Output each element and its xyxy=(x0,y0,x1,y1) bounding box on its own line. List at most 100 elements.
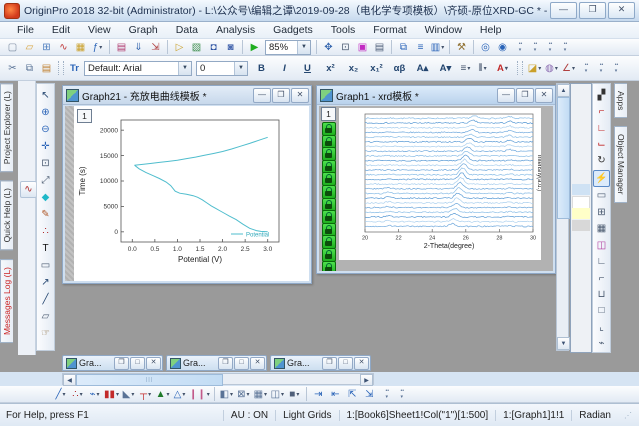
graph21-close-button[interactable]: ✕ xyxy=(291,88,309,103)
merge-graphs-icon[interactable]: ≡ xyxy=(413,40,428,55)
graph21-layer-badge[interactable]: 1 xyxy=(77,109,92,123)
graph1-minimize-button[interactable]: — xyxy=(497,88,515,103)
arrow-tool-icon[interactable]: ↗ xyxy=(38,275,53,290)
toolbar-overflow-button[interactable]: ••▾ xyxy=(530,40,541,55)
save-template-icon[interactable]: ◙ xyxy=(223,40,238,55)
dropdown-arrow-icon[interactable]: ▾ xyxy=(230,391,233,398)
underline-icon[interactable]: U xyxy=(297,61,318,76)
graph21-window[interactable]: Graph21 - 充放电曲线模板 * — ❐ ✕ 1 0.00.51.01.5… xyxy=(62,85,312,284)
graph1-layer-badge[interactable]: 1 xyxy=(321,107,336,121)
greek-icon[interactable]: αβ xyxy=(389,61,410,76)
region-zoom-icon[interactable]: ⊡ xyxy=(38,156,53,171)
new-layout-icon[interactable]: ▤ xyxy=(114,40,129,55)
new-axis-left-icon[interactable]: ∟ xyxy=(594,121,609,135)
minimize-button[interactable]: — xyxy=(550,2,577,19)
zoom-out-icon[interactable]: ⊖ xyxy=(38,122,53,137)
data-lock-icon[interactable] xyxy=(322,185,336,199)
new-matrix-icon[interactable]: ▦ xyxy=(73,40,88,55)
graph21-titlebar[interactable]: Graph21 - 充放电曲线模板 * — ❐ ✕ xyxy=(63,86,311,105)
menu-file[interactable]: File xyxy=(8,23,43,37)
import-wizard-icon[interactable]: ⇓ xyxy=(131,40,146,55)
rectangle-tool-icon[interactable]: ▭ xyxy=(38,258,53,273)
graph21-minimize-button[interactable]: — xyxy=(253,88,271,103)
graph1-restore-button[interactable]: ❐ xyxy=(516,88,534,103)
dropdown-arrow-icon[interactable]: ▾ xyxy=(538,65,541,72)
plot-3d-scatter-icon[interactable]: ◧▾ xyxy=(219,387,234,402)
plot-line-symbol-icon[interactable]: ⌁▾ xyxy=(87,387,102,402)
new-xy-scaler-icon[interactable]: ⌐ xyxy=(594,104,609,118)
scroll-down-button[interactable]: ▼ xyxy=(557,337,570,350)
cut-icon[interactable]: ✂ xyxy=(5,61,20,76)
zoom-in-tool-icon[interactable]: ◎ xyxy=(478,40,493,55)
combo-dropdown-arrow[interactable]: ▼ xyxy=(297,41,310,54)
bold-icon[interactable]: B xyxy=(251,61,272,76)
axes-bottom-left-icon[interactable]: ∟ xyxy=(594,254,609,268)
scroll-left-button[interactable]: ◀ xyxy=(63,374,76,386)
toolbar-overflow-button[interactable]: ••▾ xyxy=(397,387,408,402)
menu-edit[interactable]: Edit xyxy=(43,23,79,37)
italic-icon[interactable]: I xyxy=(274,61,295,76)
data-reader-icon[interactable]: ∴ xyxy=(38,224,53,239)
combo-dropdown-arrow[interactable]: ▼ xyxy=(234,62,247,75)
align-icon[interactable]: ≡▾ xyxy=(458,61,473,76)
minimized-graph-window[interactable]: Gra...❐□✕ xyxy=(166,355,267,371)
maximize-button[interactable]: □ xyxy=(234,357,249,370)
plot-line-icon[interactable]: ╱▾ xyxy=(53,387,68,402)
workspace-vertical-scrollbar[interactable]: ▲ ▼ xyxy=(556,83,569,351)
toolbar-overflow-button[interactable]: ••▾ xyxy=(515,40,526,55)
graph21-canvas[interactable]: 1 0.00.51.01.52.02.53.005000100001500020… xyxy=(65,106,309,281)
zoom-pan-tool-icon[interactable]: ◉ xyxy=(495,40,510,55)
dropdown-arrow-icon[interactable]: ▾ xyxy=(99,44,102,51)
plot-drop-line-icon[interactable]: ┬▾ xyxy=(138,387,153,402)
maximize-button[interactable]: □ xyxy=(130,357,145,370)
dropdown-arrow-icon[interactable]: ▾ xyxy=(281,391,284,398)
maximize-button[interactable]: □ xyxy=(338,357,353,370)
workspace-horizontal-scrollbar[interactable]: ◀ ||| ▶ xyxy=(62,373,374,385)
graph1-titlebar[interactable]: Graph1 - xrd模板 * — ❐ ✕ xyxy=(317,86,555,105)
graph21-restore-button[interactable]: ❐ xyxy=(272,88,290,103)
layer-single-icon[interactable]: ▭ xyxy=(594,189,609,203)
menu-view[interactable]: View xyxy=(79,23,120,37)
plot-column-icon[interactable]: ▮▮▾ xyxy=(104,387,119,402)
polygon-tool-icon[interactable]: ▱ xyxy=(38,309,53,324)
font-color-icon[interactable]: A▾ xyxy=(492,61,513,76)
draw-data-icon[interactable]: ✎ xyxy=(38,207,53,222)
hand-tool-icon[interactable]: ☞ xyxy=(38,326,53,341)
restore-button[interactable]: ❐ xyxy=(322,357,337,370)
graph1-window[interactable]: Graph1 - xrd模板 * — ❐ ✕ 1 2022242628302-T… xyxy=(316,85,556,274)
menu-analysis[interactable]: Analysis xyxy=(207,23,264,37)
merge-layers-icon[interactable]: ◫ xyxy=(594,238,609,252)
pipeline-2-icon[interactable]: ⇤ xyxy=(328,387,343,402)
save-project-icon[interactable]: ◘ xyxy=(206,40,221,55)
dropdown-arrow-icon[interactable]: ▾ xyxy=(97,391,100,398)
close-button[interactable]: ✕ xyxy=(608,2,635,19)
close-button[interactable]: ✕ xyxy=(250,357,265,370)
pattern-color-icon[interactable]: ◍▾ xyxy=(544,61,559,76)
layer-grid4-icon[interactable]: ⊞ xyxy=(594,205,609,219)
zoom-in-icon[interactable]: ⊕ xyxy=(38,105,53,120)
dock-tab-messages-log-l[interactable]: Messages Log (L) xyxy=(0,259,13,343)
plot-3d-surface-icon[interactable]: ▦▾ xyxy=(253,387,268,402)
restore-button[interactable]: ❐ xyxy=(218,357,233,370)
dropdown-arrow-icon[interactable]: ▾ xyxy=(247,391,250,398)
dropdown-arrow-icon[interactable]: ▾ xyxy=(182,391,185,398)
data-lock-icon[interactable] xyxy=(322,248,336,262)
restore-button[interactable]: ❐ xyxy=(579,2,606,19)
axes-top-left-icon[interactable]: ⌐ xyxy=(594,271,609,285)
close-button[interactable]: ✕ xyxy=(146,357,161,370)
film-strip-icon[interactable]: ▤ xyxy=(372,40,387,55)
graph1-canvas[interactable]: 1 2022242628302-Theta(degree)Intensity(a… xyxy=(319,106,553,271)
new-axis-right-icon[interactable]: ⌙ xyxy=(594,137,609,151)
new-graph-icon[interactable]: ∿ xyxy=(56,40,71,55)
dropdown-arrow-icon[interactable]: ▾ xyxy=(572,65,575,72)
super-subscript-icon[interactable]: x₁² xyxy=(366,61,387,76)
font-size-combo[interactable]: 0▼ xyxy=(196,61,248,76)
close-button[interactable]: ✕ xyxy=(354,357,369,370)
toolbar-overflow-button[interactable]: ••▾ xyxy=(560,40,571,55)
dock-tab-apps[interactable]: Apps xyxy=(614,83,627,118)
menu-tools[interactable]: Tools xyxy=(322,23,365,37)
menu-gadgets[interactable]: Gadgets xyxy=(264,23,322,37)
plot-3d-wireframe-icon[interactable]: ⊠▾ xyxy=(236,387,251,402)
open-icon[interactable]: ▱ xyxy=(22,40,37,55)
menu-help[interactable]: Help xyxy=(471,23,511,37)
